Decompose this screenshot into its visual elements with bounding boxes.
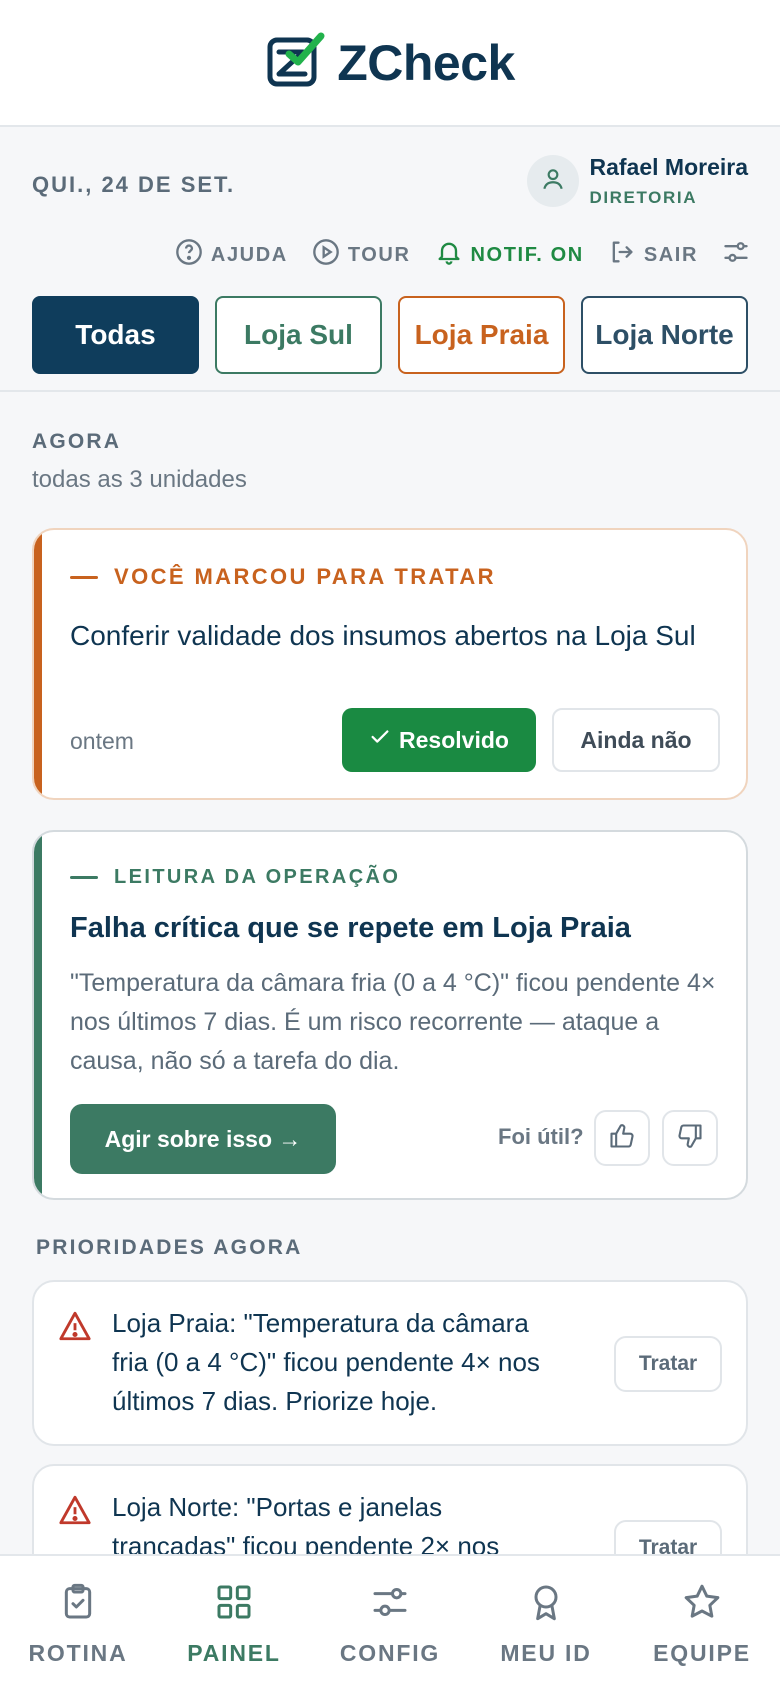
- insight-title: Falha crítica que se repete em Loja Prai…: [70, 912, 631, 944]
- bottom-nav: ROTINA PAINEL CONFIG MEU ID EQUIPE: [0, 1554, 780, 1688]
- filter-button[interactable]: [722, 238, 750, 272]
- eyebrow-label: VOCÊ MARCOU PARA TRATAR: [114, 564, 496, 589]
- marked-task-time: ontem: [70, 728, 134, 754]
- top-actions: AJUDA TOUR NOTIF. ON SAIR: [175, 238, 750, 272]
- logout-icon: [608, 238, 636, 272]
- nav-label: MEU ID: [500, 1640, 592, 1666]
- notifications-label: NOTIF. ON: [470, 243, 584, 266]
- nav-item-config[interactable]: CONFIG: [312, 1556, 468, 1688]
- star-icon: [682, 1582, 722, 1628]
- insight-body: "Temperatura da câmara fria (0 a 4 °C)" …: [70, 969, 716, 1075]
- sliders-icon: [370, 1582, 410, 1628]
- clipboard-check-icon: [58, 1582, 98, 1628]
- logout-button[interactable]: SAIR: [608, 238, 698, 272]
- treat-button[interactable]: Tratar: [614, 1336, 722, 1392]
- section-label: AGORA: [32, 430, 122, 453]
- nav-label: PAINEL: [187, 1640, 281, 1666]
- logout-label: SAIR: [643, 243, 698, 266]
- warning-icon: [58, 1310, 92, 1347]
- zcheck-logo-icon: [265, 32, 327, 93]
- store-tab-loja-norte[interactable]: Loja Norte: [581, 296, 748, 374]
- card-eyebrow: LEITURA DA OPERAÇÃO: [70, 866, 400, 889]
- grid-icon: [214, 1582, 254, 1628]
- store-tab-todas[interactable]: Todas: [32, 296, 199, 374]
- nav-item-meu-id[interactable]: MEU ID: [468, 1556, 624, 1688]
- resolved-label: Resolvido: [399, 726, 509, 753]
- marked-task-card: VOCÊ MARCOU PARA TRATAR Conferir validad…: [32, 528, 748, 800]
- current-date: QUI., 24 DE SET.: [32, 172, 236, 197]
- divider: [0, 390, 780, 392]
- tour-label: TOUR: [347, 243, 411, 266]
- act-on-it-button[interactable]: Agir sobre isso →: [70, 1104, 336, 1174]
- help-button[interactable]: AJUDA: [175, 238, 288, 272]
- not-yet-button[interactable]: Ainda não: [552, 708, 720, 772]
- help-circle-icon: [175, 238, 203, 272]
- nav-label: EQUIPE: [653, 1640, 751, 1666]
- eyebrow-label: LEITURA DA OPERAÇÃO: [114, 866, 401, 888]
- help-label: AJUDA: [210, 243, 288, 266]
- nav-item-rotina[interactable]: ROTINA: [0, 1556, 156, 1688]
- thumbs-up-icon: [608, 1122, 636, 1155]
- priority-item: Loja Praia: "Temperatura da câmara fria …: [32, 1280, 748, 1446]
- check-icon: [369, 726, 391, 754]
- resolved-button[interactable]: Resolvido: [342, 708, 536, 772]
- store-filter: Todas Loja Sul Loja Praia Loja Norte: [32, 296, 748, 374]
- app-title: ZCheck: [337, 34, 515, 91]
- nav-item-painel[interactable]: PAINEL: [156, 1556, 312, 1688]
- marked-task-text: Conferir validade dos insumos abertos na…: [70, 620, 696, 651]
- priorities-label: PRIORIDADES AGORA: [36, 1236, 303, 1259]
- sliders-icon: [722, 238, 750, 272]
- user-profile[interactable]: Rafael Moreira DIRETORIA: [527, 154, 748, 208]
- notifications-toggle[interactable]: NOTIF. ON: [435, 238, 584, 272]
- nav-label: ROTINA: [28, 1640, 128, 1666]
- warning-icon: [58, 1494, 92, 1531]
- card-eyebrow: VOCÊ MARCOU PARA TRATAR: [70, 564, 496, 590]
- user-icon: [540, 166, 566, 197]
- store-tab-loja-praia[interactable]: Loja Praia: [398, 296, 565, 374]
- badge-icon: [526, 1582, 566, 1628]
- play-circle-icon: [312, 238, 340, 272]
- thumbs-up-button[interactable]: [594, 1110, 650, 1166]
- card-accent-bar: [34, 832, 42, 1198]
- user-role: DIRETORIA: [589, 188, 698, 207]
- thumbs-down-icon: [676, 1122, 704, 1155]
- dash-icon: [70, 575, 98, 579]
- user-name: Rafael Moreira: [589, 154, 748, 180]
- feedback-label: Foi útil?: [498, 1124, 584, 1149]
- nav-label: CONFIG: [339, 1640, 441, 1666]
- insight-card: LEITURA DA OPERAÇÃO Falha crítica que se…: [32, 830, 748, 1200]
- avatar[interactable]: [527, 155, 580, 207]
- app-logo: ZCheck: [265, 32, 515, 93]
- store-tab-loja-sul[interactable]: Loja Sul: [215, 296, 382, 374]
- tour-button[interactable]: TOUR: [312, 238, 411, 272]
- card-accent-bar: [34, 530, 42, 798]
- priority-text: Loja Praia: "Temperatura da câmara fria …: [112, 1308, 540, 1416]
- bell-icon: [435, 238, 463, 272]
- thumbs-down-button[interactable]: [662, 1110, 718, 1166]
- nav-item-equipe[interactable]: EQUIPE: [624, 1556, 780, 1688]
- dash-icon: [70, 876, 98, 879]
- app-header: ZCheck: [0, 0, 780, 127]
- section-subtitle: todas as 3 unidades: [32, 466, 247, 493]
